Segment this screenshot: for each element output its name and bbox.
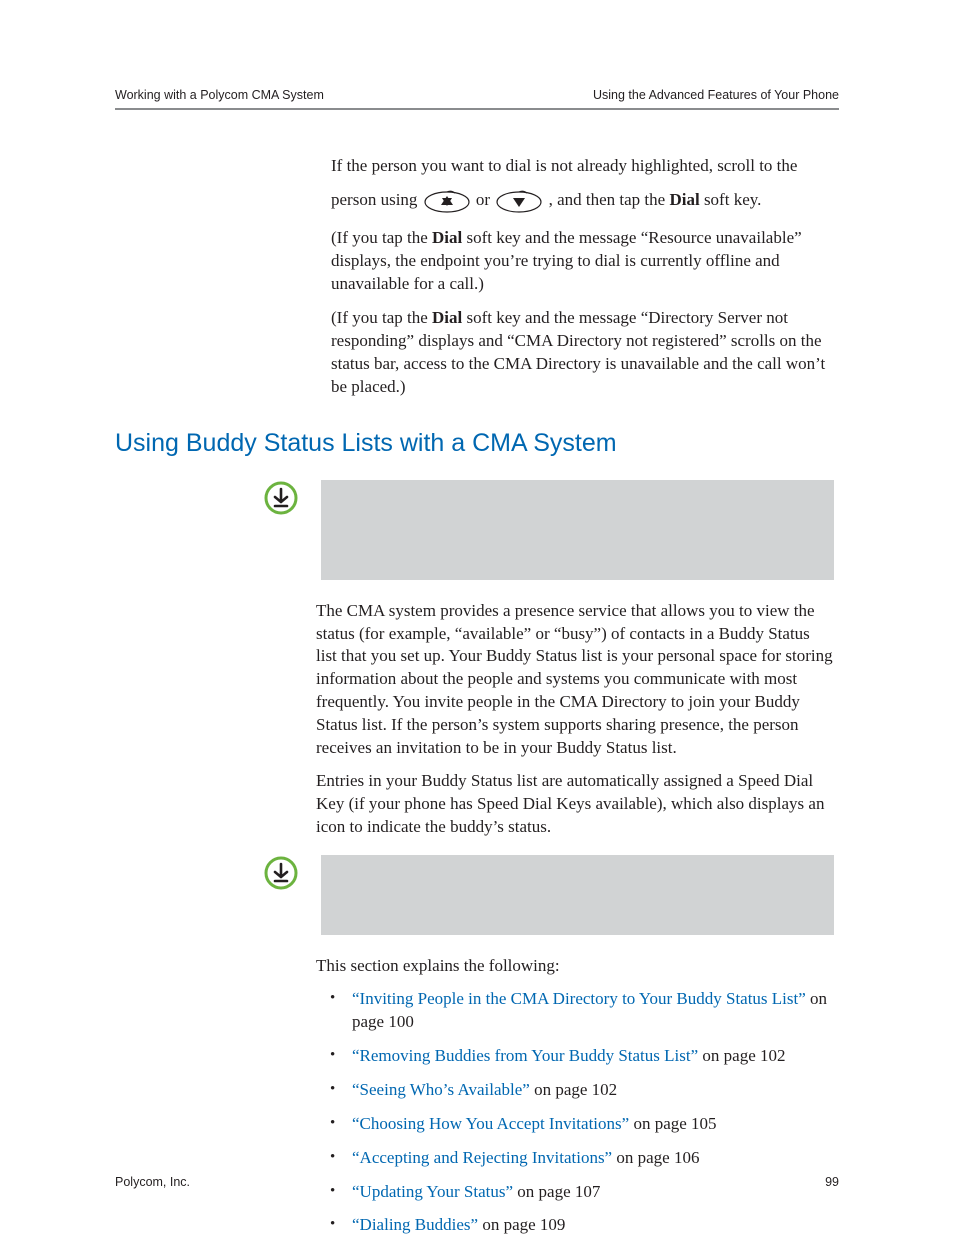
toc-link[interactable]: “Inviting People in the CMA Directory to… <box>352 989 806 1008</box>
header-right: Using the Advanced Features of Your Phon… <box>593 88 839 102</box>
toc-item: “Seeing Who’s Available” on page 102 <box>348 1079 834 1102</box>
note-icon <box>263 480 303 516</box>
intro-p1b: person using or , and then tap t <box>331 189 834 213</box>
p2a: (If you tap the <box>331 228 432 247</box>
header-rule <box>115 108 839 110</box>
toc-tail: on page 109 <box>478 1215 565 1234</box>
down-arrow-icon <box>494 189 544 213</box>
toc-tail: on page 102 <box>698 1046 785 1065</box>
dial-bold-3: Dial <box>432 308 462 327</box>
footer-left: Polycom, Inc. <box>115 1175 190 1189</box>
dial-bold-1: Dial <box>669 190 699 209</box>
intro-p3: (If you tap the Dial soft key and the me… <box>331 307 834 399</box>
body-block-2: This section explains the following: “In… <box>316 955 834 1237</box>
toc-list: “Inviting People in the CMA Directory to… <box>316 988 834 1238</box>
toc-tail: on page 105 <box>629 1114 716 1133</box>
dial-bold-2: Dial <box>432 228 462 247</box>
intro-p1a: If the person you want to dial is not al… <box>331 155 834 178</box>
toc-item: “Dialing Buddies” on page 109 <box>348 1214 834 1237</box>
toc-link[interactable]: “Choosing How You Accept Invitations” <box>352 1114 629 1133</box>
toc-tail: on page 106 <box>612 1148 699 1167</box>
body-p2: Entries in your Buddy Status list are au… <box>316 770 834 839</box>
toc-link[interactable]: “Accepting and Rejecting Invitations” <box>352 1148 612 1167</box>
page-content: If the person you want to dial is not al… <box>115 155 839 1253</box>
intro-p2: (If you tap the Dial soft key and the me… <box>331 227 834 296</box>
p3a: (If you tap the <box>331 308 432 327</box>
up-arrow-icon <box>422 189 472 213</box>
note-icon-2 <box>263 855 303 891</box>
toc-link[interactable]: “Removing Buddies from Your Buddy Status… <box>352 1046 698 1065</box>
header-left: Working with a Polycom CMA System <box>115 88 324 102</box>
note-1 <box>263 480 834 580</box>
toc-link[interactable]: “Dialing Buddies” <box>352 1215 478 1234</box>
page-footer: Polycom, Inc. 99 <box>115 1175 839 1189</box>
intro-t1: person using <box>331 190 422 209</box>
page-header: Working with a Polycom CMA System Using … <box>115 88 839 102</box>
intro-t3: , and then tap the <box>549 190 670 209</box>
toc-tail: on page 102 <box>530 1080 617 1099</box>
footer-right: 99 <box>825 1175 839 1189</box>
intro-t2: or <box>476 190 494 209</box>
note-2 <box>263 855 834 935</box>
toc-item: “Removing Buddies from Your Buddy Status… <box>348 1045 834 1068</box>
section-heading: Using Buddy Status Lists with a CMA Syst… <box>115 429 839 458</box>
toc-item: “Accepting and Rejecting Invitations” on… <box>348 1147 834 1170</box>
intro-t4: soft key. <box>700 190 762 209</box>
toc-item: “Inviting People in the CMA Directory to… <box>348 988 834 1034</box>
body-p1: The CMA system provides a presence servi… <box>316 600 834 761</box>
toc-link[interactable]: “Seeing Who’s Available” <box>352 1080 530 1099</box>
intro-block: If the person you want to dial is not al… <box>331 155 834 399</box>
body-block-1: The CMA system provides a presence servi… <box>316 600 834 839</box>
note-body <box>321 480 834 580</box>
toc-item: “Choosing How You Accept Invitations” on… <box>348 1113 834 1136</box>
note-body-2 <box>321 855 834 935</box>
body-p3: This section explains the following: <box>316 955 834 978</box>
